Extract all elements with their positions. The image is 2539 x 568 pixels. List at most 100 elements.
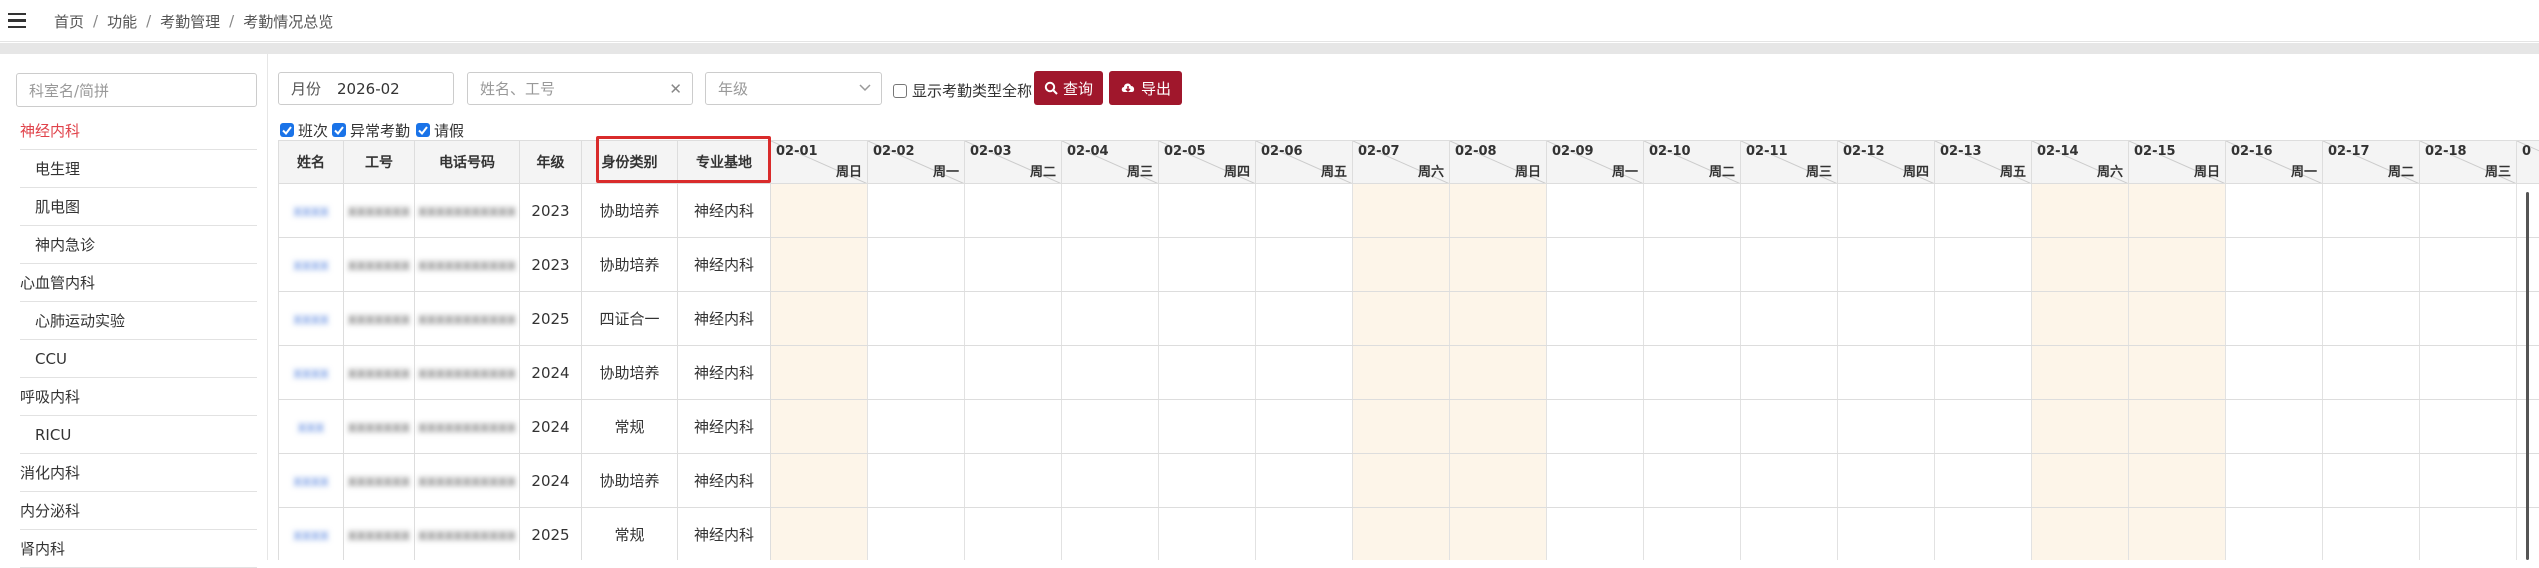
checkbox[interactable] — [416, 123, 430, 137]
name-link[interactable]: xxxx — [293, 472, 329, 490]
day-cell[interactable] — [1935, 346, 2032, 399]
day-cell[interactable] — [771, 454, 868, 507]
day-cell[interactable] — [1062, 454, 1159, 507]
day-cell[interactable] — [2323, 400, 2420, 453]
day-cell[interactable] — [2420, 454, 2517, 507]
day-cell[interactable] — [1741, 238, 1838, 291]
name-link[interactable]: xxxx — [293, 364, 329, 382]
vertical-scrollbar[interactable] — [2526, 192, 2529, 560]
day-cell[interactable] — [1256, 454, 1353, 507]
day-cell[interactable] — [2420, 346, 2517, 399]
name-link[interactable]: xxx — [298, 418, 325, 436]
day-cell[interactable] — [2226, 238, 2323, 291]
clear-icon[interactable]: ✕ — [669, 80, 682, 98]
day-cell[interactable] — [1256, 346, 1353, 399]
show-fullname-checkbox[interactable] — [893, 83, 907, 98]
sidebar-item[interactable]: 电生理 — [20, 150, 257, 188]
day-cell[interactable] — [2032, 454, 2129, 507]
day-cell[interactable] — [868, 184, 965, 237]
sidebar-item[interactable]: 神经内科 — [20, 112, 257, 150]
day-cell[interactable] — [2420, 508, 2517, 560]
day-cell[interactable] — [771, 184, 868, 237]
day-cell[interactable] — [771, 400, 868, 453]
name-link[interactable]: xxxx — [293, 202, 329, 220]
sidebar-item[interactable]: RICU — [20, 416, 257, 454]
day-cell[interactable] — [1547, 238, 1644, 291]
table-row[interactable]: xxx xxxxxxx xxxxxxxxxxx 2024 常规 神经内科 — [279, 400, 2539, 454]
day-cell[interactable] — [2226, 346, 2323, 399]
cell-name[interactable]: xxxx — [279, 346, 344, 399]
table-row[interactable]: xxxx xxxxxxx xxxxxxxxxxx 2024 协助培养 神经内科 — [279, 454, 2539, 508]
sidebar-item[interactable]: 心肺运动实验 — [20, 302, 257, 340]
day-cell[interactable] — [868, 454, 965, 507]
day-cell[interactable] — [965, 292, 1062, 345]
sidebar-item[interactable]: 心血管内科 — [20, 264, 257, 302]
day-cell[interactable] — [1644, 454, 1741, 507]
day-cell[interactable] — [1159, 292, 1256, 345]
day-cell[interactable] — [1547, 346, 1644, 399]
cell-name[interactable]: xxxx — [279, 454, 344, 507]
sidebar-item[interactable]: 呼吸内科 — [20, 378, 257, 416]
day-cell[interactable] — [868, 400, 965, 453]
day-cell[interactable] — [1159, 184, 1256, 237]
day-cell[interactable] — [868, 508, 965, 560]
day-cell[interactable] — [1547, 292, 1644, 345]
day-cell[interactable] — [1741, 400, 1838, 453]
day-cell[interactable] — [1547, 508, 1644, 560]
day-cell[interactable] — [1741, 292, 1838, 345]
filter-checkbox-item[interactable]: 班次 — [280, 121, 328, 140]
day-cell[interactable] — [1838, 346, 1935, 399]
show-fullname-toggle[interactable]: 显示考勤类型全称 — [893, 80, 1032, 101]
day-cell[interactable] — [1741, 346, 1838, 399]
breadcrumb-attendance[interactable]: 考勤管理 — [160, 11, 220, 32]
sidebar-item[interactable]: 肾内科 — [20, 530, 257, 568]
day-cell[interactable] — [2323, 184, 2420, 237]
day-cell[interactable] — [2226, 508, 2323, 560]
filter-checkbox-item[interactable]: 请假 — [416, 121, 464, 140]
day-cell[interactable] — [1741, 454, 1838, 507]
day-cell[interactable] — [2323, 508, 2420, 560]
filter-checkbox-item[interactable]: 异常考勤 — [332, 121, 410, 140]
day-cell[interactable] — [2129, 346, 2226, 399]
day-cell[interactable] — [1353, 508, 1450, 560]
day-cell[interactable] — [2032, 400, 2129, 453]
day-cell[interactable] — [1935, 238, 2032, 291]
day-cell[interactable] — [2420, 238, 2517, 291]
day-cell[interactable] — [1838, 292, 1935, 345]
day-cell[interactable] — [2032, 238, 2129, 291]
day-cell[interactable] — [1353, 184, 1450, 237]
table-row[interactable]: xxxx xxxxxxx xxxxxxxxxxx 2024 协助培养 神经内科 — [279, 346, 2539, 400]
day-cell[interactable] — [1353, 292, 1450, 345]
day-cell[interactable] — [1838, 508, 1935, 560]
sidebar-item[interactable]: 肌电图 — [20, 188, 257, 226]
day-cell[interactable] — [1547, 184, 1644, 237]
name-link[interactable]: xxxx — [293, 310, 329, 328]
day-cell[interactable] — [1353, 238, 1450, 291]
day-cell[interactable] — [1159, 238, 1256, 291]
day-cell[interactable] — [1547, 400, 1644, 453]
export-button[interactable]: 导出 — [1109, 71, 1182, 105]
day-cell[interactable] — [2032, 346, 2129, 399]
day-cell[interactable] — [965, 400, 1062, 453]
table-row[interactable]: xxxx xxxxxxx xxxxxxxxxxx 2025 常规 神经内科 — [279, 508, 2539, 560]
day-cell[interactable] — [1159, 346, 1256, 399]
day-cell[interactable] — [1547, 454, 1644, 507]
day-cell[interactable] — [1644, 292, 1741, 345]
day-cell[interactable] — [1353, 346, 1450, 399]
day-cell[interactable] — [1256, 184, 1353, 237]
day-cell[interactable] — [1062, 184, 1159, 237]
breadcrumb-home[interactable]: 首页 — [54, 11, 84, 32]
day-cell[interactable] — [2323, 292, 2420, 345]
day-cell[interactable] — [1644, 238, 1741, 291]
day-cell[interactable] — [1256, 292, 1353, 345]
day-cell[interactable] — [1838, 238, 1935, 291]
day-cell[interactable] — [1450, 292, 1547, 345]
day-cell[interactable] — [1838, 454, 1935, 507]
day-cell[interactable] — [2226, 292, 2323, 345]
day-cell[interactable] — [2129, 238, 2226, 291]
day-cell[interactable] — [1935, 184, 2032, 237]
day-cell[interactable] — [1741, 508, 1838, 560]
hamburger-menu-icon[interactable] — [0, 0, 34, 42]
checkbox[interactable] — [280, 123, 294, 137]
day-cell[interactable] — [2129, 184, 2226, 237]
